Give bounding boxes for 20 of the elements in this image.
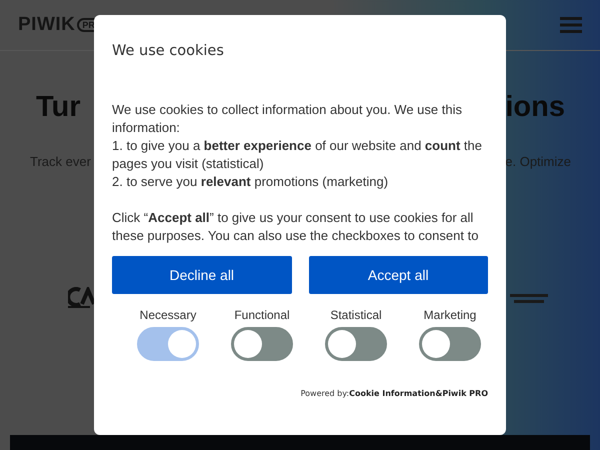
ampersand: & (435, 389, 442, 398)
toggle-switch[interactable] (325, 327, 387, 361)
subheadline: e. Optimize (505, 154, 571, 169)
toggle-switch[interactable] (419, 327, 481, 361)
toggle-label: Statistical (330, 308, 382, 322)
toggle-label: Marketing (424, 308, 476, 322)
powered-by-label: Powered by: (300, 389, 350, 398)
client-logo (68, 287, 96, 309)
toggle-label: Necessary (140, 308, 196, 322)
powered-by-link[interactable]: Cookie Information (349, 389, 436, 398)
consent-text: We use cookies to collect information about you. We use this information: 1. to give you a better experience of our website and count the pages you visit (statistical) 2. to serve you relevant promotions (marketing) Click “Accept all” to give us your consent to use cookies for all these purposes. You can also use the checkboxes to consent to (112, 101, 483, 244)
consent-button[interactable]: Decline all (112, 256, 292, 294)
toggle-label: Functional (234, 308, 290, 322)
headline: ions (505, 91, 565, 124)
headline: Tur (36, 91, 81, 124)
powered-by-link[interactable]: Piwik PRO (442, 389, 488, 398)
consent-button[interactable]: Accept all (308, 256, 488, 294)
dialog-title: We use cookies (112, 43, 225, 59)
client-logo (510, 294, 548, 302)
toggle-switch[interactable] (231, 327, 293, 361)
